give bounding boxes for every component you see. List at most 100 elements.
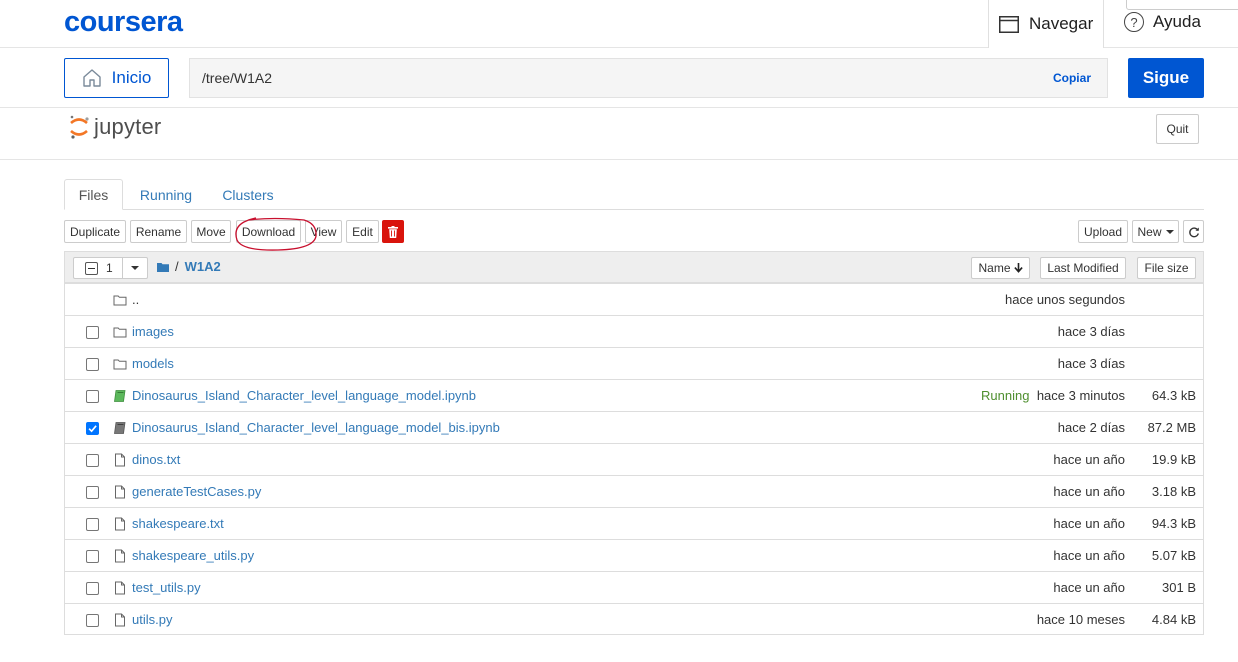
file-row[interactable]: .. hace unos segundos (65, 283, 1203, 315)
help-label: Ayuda (1153, 12, 1201, 31)
arrow-down-icon (1013, 263, 1023, 273)
new-label: New (1137, 224, 1162, 239)
navigate-button[interactable]: Navegar (988, 0, 1104, 48)
file-name-link[interactable]: Dinosaurus_Island_Character_level_langua… (132, 420, 500, 435)
file-row[interactable]: generateTestCases.py hace un año 3.18 kB (65, 475, 1203, 507)
file-name-link[interactable]: generateTestCases.py (132, 484, 261, 499)
sort-by-size-button[interactable]: File size (1137, 257, 1196, 279)
upload-button[interactable]: Upload (1078, 220, 1128, 243)
row-checkbox[interactable] (86, 390, 99, 403)
refresh-button[interactable] (1183, 220, 1204, 243)
file-row[interactable]: shakespeare.txt hace un año 94.3 kB (65, 507, 1203, 539)
folder-icon[interactable] (157, 262, 169, 272)
select-dropdown-toggle[interactable] (123, 258, 147, 278)
row-checkbox[interactable] (86, 358, 99, 371)
jupyter-logo[interactable]: jupyter (68, 114, 161, 140)
notebook-icon (113, 421, 127, 435)
row-checkbox[interactable] (86, 454, 99, 467)
next-button[interactable]: Sigue (1128, 58, 1204, 98)
tab-running[interactable]: Running (130, 179, 202, 210)
file-name-link[interactable]: Dinosaurus_Island_Character_level_langua… (132, 388, 476, 403)
move-button[interactable]: Move (191, 220, 231, 243)
file-name-link[interactable]: test_utils.py (132, 580, 201, 595)
file-row[interactable]: shakespeare_utils.py hace un año 5.07 kB (65, 539, 1203, 571)
help-button[interactable]: ? Ayuda (1124, 12, 1201, 32)
breadcrumb: / W1A2 (157, 259, 221, 274)
file-size: 3.18 kB (1151, 484, 1196, 499)
edit-button[interactable]: Edit (346, 220, 379, 243)
sort-by-modified-button[interactable]: Last Modified (1040, 257, 1126, 279)
lab-bar: Inicio /tree/W1A2 Copiar Sigue (0, 48, 1238, 108)
notebook-running-icon (113, 389, 127, 403)
last-modified: hace un año (1053, 484, 1125, 499)
home-button[interactable]: Inicio (64, 58, 169, 98)
row-checkbox[interactable] (86, 614, 99, 627)
last-modified: hace 3 días (1057, 324, 1125, 339)
file-name-link[interactable]: utils.py (132, 612, 172, 627)
duplicate-button[interactable]: Duplicate (64, 220, 126, 243)
tab-bar: Files Running Clusters (64, 179, 1204, 210)
window-icon (999, 15, 1019, 33)
delete-button[interactable] (382, 220, 404, 243)
caret-down-icon (131, 266, 139, 270)
row-checkbox[interactable] (86, 326, 99, 339)
file-name-link[interactable]: .. (132, 292, 139, 307)
file-name-link[interactable]: dinos.txt (132, 452, 180, 467)
file-row[interactable]: Dinosaurus_Island_Character_level_langua… (65, 379, 1203, 411)
last-modified: hace un año (1053, 452, 1125, 467)
sort-by-name-button[interactable]: Name (971, 257, 1030, 279)
folder-icon (113, 325, 127, 339)
jupyter-header: jupyter Quit (0, 108, 1238, 160)
tab-clusters[interactable]: Clusters (214, 179, 282, 210)
new-dropdown[interactable]: New (1132, 220, 1179, 243)
breadcrumb-current-folder[interactable]: W1A2 (185, 259, 221, 274)
file-row[interactable]: test_utils.py hace un año 301 B (65, 571, 1203, 603)
path-text: /tree/W1A2 (202, 70, 273, 86)
navigate-label: Navegar (1029, 14, 1094, 33)
rename-button[interactable]: Rename (130, 220, 187, 243)
file-size: 64.3 kB (1151, 388, 1196, 403)
file-row[interactable]: utils.py hace 10 meses 4.84 kB (65, 603, 1203, 635)
file-icon (113, 453, 127, 467)
file-name-link[interactable]: images (132, 324, 174, 339)
last-modified: hace 3 días (1057, 356, 1125, 371)
last-modified: hace un año (1053, 580, 1125, 595)
file-row[interactable]: Dinosaurus_Island_Character_level_langua… (65, 411, 1203, 443)
folder-icon (113, 293, 127, 307)
file-icon (113, 485, 127, 499)
file-name-link[interactable]: models (132, 356, 174, 371)
caret-down-icon (1165, 229, 1174, 234)
row-checkbox[interactable] (86, 518, 99, 531)
folder-icon (113, 357, 127, 371)
select-all-control[interactable]: 1 (73, 257, 148, 279)
last-modified: hace 2 días (1057, 420, 1125, 435)
view-button[interactable]: View (305, 220, 342, 243)
tab-files[interactable]: Files (64, 179, 123, 210)
coursera-logo[interactable]: coursera (64, 6, 183, 39)
copy-button[interactable]: Copiar (1053, 71, 1091, 85)
row-checkbox[interactable] (86, 550, 99, 563)
file-icon (113, 613, 127, 627)
file-row[interactable]: images hace 3 días (65, 315, 1203, 347)
selected-count: 1 (106, 261, 113, 275)
row-checkbox[interactable] (86, 486, 99, 499)
jupyter-icon (70, 115, 89, 139)
file-row[interactable]: models hace 3 días (65, 347, 1203, 379)
running-status: Running (981, 388, 1030, 403)
trash-icon (388, 225, 398, 238)
partial-check-icon (85, 261, 98, 275)
quit-button[interactable]: Quit (1156, 114, 1199, 144)
row-checkbox[interactable] (86, 422, 99, 435)
file-name-link[interactable]: shakespeare_utils.py (132, 548, 254, 563)
file-size: 94.3 kB (1151, 516, 1196, 531)
file-row[interactable]: dinos.txt hace un año 19.9 kB (65, 443, 1203, 475)
file-size: 5.07 kB (1151, 548, 1196, 563)
row-checkbox[interactable] (86, 582, 99, 595)
file-size: 301 B (1162, 580, 1196, 595)
download-button[interactable]: Download (236, 220, 301, 243)
select-all-checkbox[interactable]: 1 (74, 258, 123, 278)
home-label: Inicio (111, 68, 152, 87)
file-size: 87.2 MB (1147, 420, 1196, 435)
jupyter-wordmark: jupyter (94, 114, 162, 139)
file-name-link[interactable]: shakespeare.txt (132, 516, 224, 531)
